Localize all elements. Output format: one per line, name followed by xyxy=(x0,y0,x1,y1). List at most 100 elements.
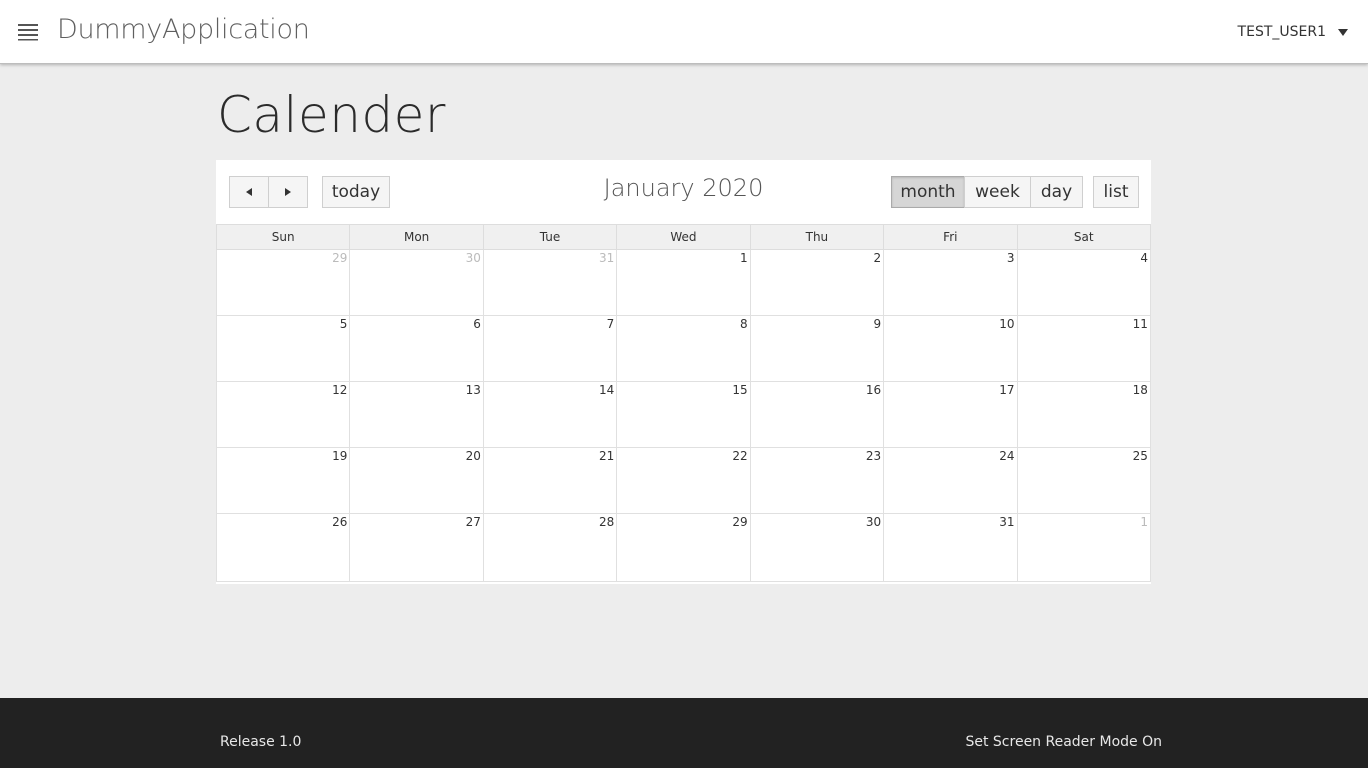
day-cell[interactable]: 13 xyxy=(350,382,484,447)
day-cell[interactable]: 16 xyxy=(750,382,885,447)
day-cell[interactable]: 30 xyxy=(750,514,885,581)
list-view-button[interactable]: list xyxy=(1093,176,1139,208)
day-number[interactable]: 30 xyxy=(466,251,481,265)
day-number[interactable]: 23 xyxy=(866,449,881,463)
day-cell[interactable]: 27 xyxy=(350,514,484,581)
week-row: 19 20 21 22 23 24 25 xyxy=(216,448,1151,514)
day-number[interactable]: 29 xyxy=(332,251,347,265)
day-cell[interactable]: 1 xyxy=(617,250,751,315)
day-number[interactable]: 25 xyxy=(1133,449,1148,463)
day-number[interactable]: 11 xyxy=(1133,317,1148,331)
day-number[interactable]: 26 xyxy=(332,515,347,529)
day-cell[interactable]: 20 xyxy=(350,448,484,513)
day-cell[interactable]: 4 xyxy=(1017,250,1151,315)
day-number[interactable]: 13 xyxy=(466,383,481,397)
screen-reader-toggle[interactable]: Set Screen Reader Mode On xyxy=(965,734,1162,750)
day-cell[interactable]: 2 xyxy=(750,250,885,315)
day-cell[interactable]: 30 xyxy=(350,250,484,315)
day-cell[interactable]: 8 xyxy=(617,316,751,381)
day-number[interactable]: 30 xyxy=(866,515,881,529)
day-number[interactable]: 20 xyxy=(466,449,481,463)
month-view-button[interactable]: month xyxy=(891,176,965,208)
day-number[interactable]: 2 xyxy=(873,251,881,265)
calendar-toolbar: today January 2020 month week day list xyxy=(216,160,1151,224)
day-cell[interactable]: 25 xyxy=(1017,448,1151,513)
day-cell[interactable]: 10 xyxy=(884,316,1018,381)
hamburger-icon[interactable] xyxy=(18,23,38,41)
next-button[interactable] xyxy=(268,176,308,208)
day-cell[interactable]: 7 xyxy=(483,316,618,381)
day-number[interactable]: 15 xyxy=(732,383,747,397)
day-number[interactable]: 29 xyxy=(732,515,747,529)
day-number[interactable]: 14 xyxy=(599,383,614,397)
day-header-fri: Fri xyxy=(884,225,1018,249)
day-cell[interactable]: 11 xyxy=(1017,316,1151,381)
day-cell[interactable]: 21 xyxy=(483,448,618,513)
day-number[interactable]: 8 xyxy=(740,317,748,331)
day-header-tue: Tue xyxy=(484,225,618,249)
day-number[interactable]: 10 xyxy=(999,317,1014,331)
day-number[interactable]: 21 xyxy=(599,449,614,463)
day-cell[interactable]: 3 xyxy=(884,250,1018,315)
day-headers: Sun Mon Tue Wed Thu Fri Sat xyxy=(216,225,1151,250)
calendar-weeks: 29 30 31 1 2 3 4 5 6 7 8 9 10 11 12 13 14 15 16 17 18 19 20 21 2… xyxy=(216,250,1151,584)
day-view-button[interactable]: day xyxy=(1030,176,1083,208)
day-cell[interactable]: 14 xyxy=(483,382,618,447)
prev-button[interactable] xyxy=(229,176,269,208)
day-cell[interactable]: 22 xyxy=(617,448,751,513)
day-cell[interactable]: 29 xyxy=(216,250,351,315)
day-number[interactable]: 7 xyxy=(607,317,615,331)
week-row: 5 6 7 8 9 10 11 xyxy=(216,316,1151,382)
next-arrow-icon xyxy=(285,188,291,196)
day-cell[interactable]: 31 xyxy=(483,250,618,315)
day-number[interactable]: 9 xyxy=(873,317,881,331)
day-cell[interactable]: 23 xyxy=(750,448,885,513)
day-number[interactable]: 6 xyxy=(473,317,481,331)
day-number[interactable]: 18 xyxy=(1133,383,1148,397)
day-number[interactable]: 4 xyxy=(1140,251,1148,265)
day-cell[interactable]: 17 xyxy=(884,382,1018,447)
day-number[interactable]: 27 xyxy=(466,515,481,529)
calendar-grid: Sun Mon Tue Wed Thu Fri Sat 29 30 31 1 2 3 4 5 6… xyxy=(216,224,1151,584)
week-row: 29 30 31 1 2 3 4 xyxy=(216,250,1151,316)
day-cell[interactable]: 24 xyxy=(884,448,1018,513)
day-cell[interactable]: 9 xyxy=(750,316,885,381)
day-cell[interactable]: 12 xyxy=(216,382,351,447)
day-number[interactable]: 1 xyxy=(1140,515,1148,529)
day-number[interactable]: 1 xyxy=(740,251,748,265)
day-cell[interactable]: 28 xyxy=(483,514,618,581)
day-number[interactable]: 31 xyxy=(599,251,614,265)
day-cell[interactable]: 6 xyxy=(350,316,484,381)
day-number[interactable]: 19 xyxy=(332,449,347,463)
day-cell[interactable]: 31 xyxy=(884,514,1018,581)
caret-down-icon[interactable] xyxy=(1338,28,1348,36)
release-label: Release 1.0 xyxy=(220,734,302,750)
day-cell[interactable]: 26 xyxy=(216,514,351,581)
today-button[interactable]: today xyxy=(322,176,390,208)
page-title: Calender xyxy=(217,86,446,144)
day-number[interactable]: 24 xyxy=(999,449,1014,463)
day-cell[interactable]: 1 xyxy=(1017,514,1151,581)
day-number[interactable]: 17 xyxy=(999,383,1014,397)
calendar: today January 2020 month week day list S… xyxy=(216,160,1151,584)
user-name[interactable]: TEST_USER1 xyxy=(1238,24,1326,40)
day-number[interactable]: 3 xyxy=(1007,251,1015,265)
day-header-sat: Sat xyxy=(1018,225,1151,249)
day-number[interactable]: 16 xyxy=(866,383,881,397)
user-menu[interactable]: TEST_USER1 xyxy=(1238,22,1348,42)
day-number[interactable]: 28 xyxy=(599,515,614,529)
day-cell[interactable]: 18 xyxy=(1017,382,1151,447)
day-cell[interactable]: 15 xyxy=(617,382,751,447)
week-view-button[interactable]: week xyxy=(964,176,1031,208)
day-cell[interactable]: 29 xyxy=(617,514,751,581)
week-row: 26 27 28 29 30 31 1 xyxy=(216,514,1151,582)
day-cell[interactable]: 19 xyxy=(216,448,351,513)
week-row: 12 13 14 15 16 17 18 xyxy=(216,382,1151,448)
day-number[interactable]: 5 xyxy=(340,317,348,331)
day-cell[interactable]: 5 xyxy=(216,316,351,381)
day-number[interactable]: 31 xyxy=(999,515,1014,529)
day-number[interactable]: 22 xyxy=(732,449,747,463)
prev-arrow-icon xyxy=(246,188,252,196)
app-title[interactable]: DummyApplication xyxy=(57,14,310,45)
day-number[interactable]: 12 xyxy=(332,383,347,397)
